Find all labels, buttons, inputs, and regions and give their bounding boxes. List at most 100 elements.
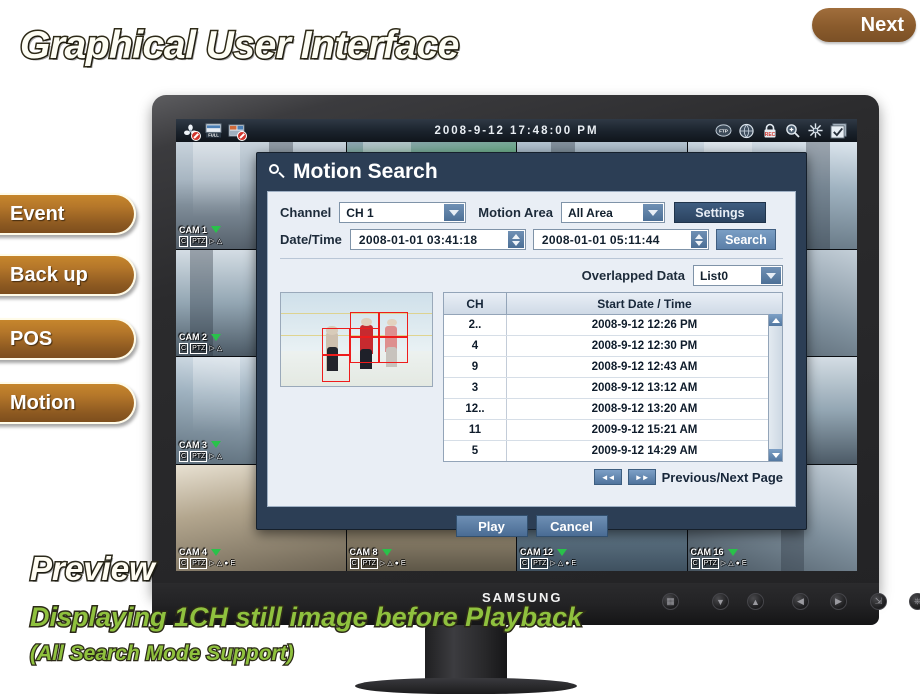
cell-datetime: 2008-9-12 13:20 AM bbox=[591, 403, 698, 415]
chevron-down-icon bbox=[211, 333, 222, 341]
event-icon: E bbox=[400, 560, 406, 567]
chevron-down-icon bbox=[727, 548, 738, 556]
sidebar-item-pos[interactable]: POS bbox=[0, 318, 136, 360]
monitor-bezel: FULL 2008-9-12 17:48:00 PM FTP REC CAM 1… bbox=[152, 95, 879, 595]
channel-label: Channel bbox=[280, 205, 332, 220]
network-icon[interactable] bbox=[737, 122, 756, 139]
lock-rec-icon[interactable]: REC bbox=[760, 122, 779, 139]
start-datetime-input[interactable]: 2008-01-01 03:41:18 bbox=[349, 229, 526, 250]
play-button[interactable]: Play bbox=[455, 515, 528, 537]
end-datetime-input[interactable]: 2008-01-01 05:11:44 bbox=[532, 229, 709, 250]
table-row[interactable]: 3 2008-9-12 13:12 AM bbox=[444, 378, 782, 399]
cell-ch: 4 bbox=[444, 336, 507, 356]
camera-icon-row: C PTZ ▷ △ ● E bbox=[520, 558, 576, 569]
camera-icon-row: C PTZ ▷ △ bbox=[179, 450, 222, 462]
checkbox-icon[interactable] bbox=[829, 122, 848, 139]
table-row[interactable]: 9 2008-9-12 12:43 AM bbox=[444, 357, 782, 378]
svg-text:REC: REC bbox=[764, 132, 775, 138]
stepper-icon[interactable] bbox=[507, 231, 524, 248]
person-icon: ● bbox=[224, 560, 229, 567]
channel-select[interactable]: CH 1 bbox=[339, 202, 467, 223]
vertical-scrollbar[interactable] bbox=[768, 314, 782, 461]
ftp-icon[interactable]: FTP bbox=[714, 122, 733, 139]
previous-page-button[interactable]: ◄◄ bbox=[593, 469, 622, 485]
cancel-button-label: Cancel bbox=[550, 518, 593, 534]
chevron-down-icon[interactable] bbox=[642, 204, 663, 221]
scroll-up-icon[interactable] bbox=[769, 314, 782, 326]
table-row[interactable]: 11 2009-9-12 15:21 AM bbox=[444, 420, 782, 441]
table-header: CH Start Date / Time bbox=[444, 293, 782, 315]
sequence-disabled-icon[interactable] bbox=[227, 122, 247, 141]
left-button[interactable]: ◀ bbox=[792, 593, 809, 610]
results-area: CH Start Date / Time 2.. 2008-9-12 12:26… bbox=[280, 292, 783, 462]
camera-label: CAM 12 bbox=[520, 547, 568, 557]
play-button-label: Play bbox=[478, 518, 505, 534]
svg-text:FULL: FULL bbox=[208, 133, 219, 138]
down-button[interactable]: ▼ bbox=[712, 593, 729, 610]
motion-area-value: All Area bbox=[567, 205, 613, 220]
alarm-icon: △ bbox=[387, 560, 393, 567]
table-row[interactable]: 4 2008-9-12 12:30 PM bbox=[444, 336, 782, 357]
play-icon: ▷ bbox=[720, 560, 727, 567]
scroll-down-icon[interactable] bbox=[769, 449, 782, 461]
settings-icon[interactable] bbox=[806, 122, 825, 139]
record-icon: C bbox=[349, 558, 359, 569]
up-button[interactable]: ▲ bbox=[747, 593, 764, 610]
cell-ch: 9 bbox=[444, 357, 507, 377]
camera-label: CAM 3 bbox=[179, 440, 222, 450]
source-button[interactable]: ⇲ bbox=[870, 593, 887, 610]
page-title: Graphical User Interface bbox=[19, 23, 461, 69]
end-datetime-value: 2008-01-01 05:11:44 bbox=[541, 232, 660, 247]
record-icon: C bbox=[179, 235, 189, 247]
record-icon: C bbox=[520, 558, 530, 569]
motion-area-select[interactable]: All Area bbox=[560, 202, 665, 223]
chevron-down-icon[interactable] bbox=[761, 267, 781, 284]
channel-row: Channel CH 1 Motion Area All Area Settin… bbox=[280, 202, 783, 223]
sidebar-item-backup[interactable]: Back up bbox=[0, 254, 136, 296]
chevron-down-icon[interactable] bbox=[444, 204, 465, 221]
table-row[interactable]: 5 2009-9-12 14:29 AM bbox=[444, 441, 782, 461]
camera-icon-row: C PTZ ▷ △ ● E bbox=[349, 558, 406, 569]
full-screen-icon[interactable]: FULL bbox=[204, 122, 223, 139]
power-button[interactable]: ⎈ bbox=[909, 593, 920, 610]
monitor-stand-neck bbox=[425, 625, 507, 685]
results-table[interactable]: CH Start Date / Time 2.. 2008-9-12 12:26… bbox=[443, 292, 783, 462]
play-icon: ▷ bbox=[209, 345, 215, 352]
stepper-icon[interactable] bbox=[690, 231, 707, 248]
settings-button-label: Settings bbox=[695, 205, 745, 220]
sidebar-item-event[interactable]: Event bbox=[0, 193, 136, 235]
overlapped-data-label: Overlapped Data bbox=[581, 268, 685, 283]
sidebar-item-motion[interactable]: Motion bbox=[0, 382, 136, 424]
zoom-icon[interactable] bbox=[783, 122, 802, 139]
table-row[interactable]: 12.. 2008-9-12 13:20 AM bbox=[444, 399, 782, 420]
chevron-down-icon bbox=[211, 548, 222, 556]
fan-disabled-icon[interactable] bbox=[181, 122, 201, 141]
search-icon bbox=[269, 164, 285, 180]
next-page-button[interactable]: ►► bbox=[627, 469, 656, 485]
dialog-titlebar: Motion Search bbox=[257, 153, 806, 191]
channel-value: CH 1 bbox=[346, 205, 374, 220]
dialog-footer: Play Cancel bbox=[257, 507, 806, 545]
dvr-toolbar: FULL 2008-9-12 17:48:00 PM FTP REC bbox=[176, 119, 857, 142]
table-row[interactable]: 2.. 2008-9-12 12:26 PM bbox=[444, 315, 782, 336]
overlapped-data-select[interactable]: List0 bbox=[693, 265, 783, 286]
ptz-icon: PTZ bbox=[190, 343, 208, 354]
search-button[interactable]: Search bbox=[715, 229, 776, 250]
cell-datetime: 2009-9-12 14:29 AM bbox=[591, 445, 698, 457]
column-header-ch: CH bbox=[444, 293, 507, 314]
menu-button[interactable]: ▦ bbox=[662, 593, 679, 610]
cancel-button[interactable]: Cancel bbox=[535, 515, 608, 537]
next-page-icon: ►► bbox=[634, 472, 650, 482]
camera-icon-row: C PTZ ▷ △ ● E bbox=[179, 558, 235, 569]
settings-button[interactable]: Settings bbox=[673, 202, 766, 223]
alarm-icon: △ bbox=[728, 560, 734, 567]
camera-label: CAM 4 bbox=[179, 547, 222, 557]
next-button[interactable]: Next bbox=[812, 8, 916, 42]
sidebar-item-label: Back up bbox=[10, 263, 88, 286]
camera-icon-row: C PTZ ▷ △ ● E bbox=[690, 558, 746, 569]
right-button[interactable]: ▶ bbox=[830, 593, 847, 610]
motion-area-label: Motion Area bbox=[478, 205, 553, 220]
alarm-icon: △ bbox=[216, 560, 223, 567]
paging-row: ◄◄ ►► Previous/Next Page bbox=[280, 469, 783, 485]
record-icon: C bbox=[179, 558, 189, 569]
